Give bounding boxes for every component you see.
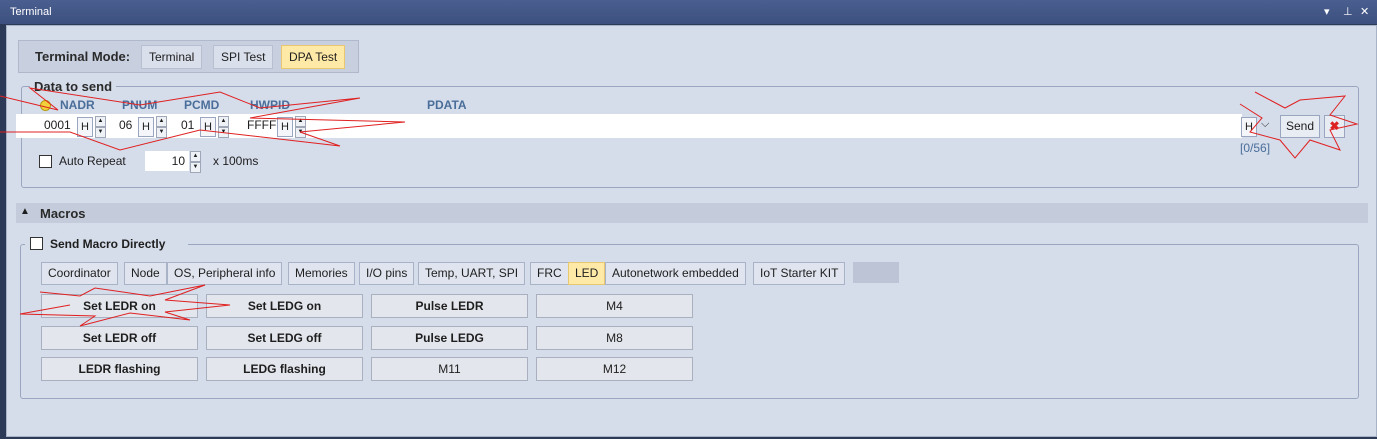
pcmd-format-button[interactable]: H [200,117,216,137]
macro-ledr-flashing-button[interactable]: LEDR flashing [41,357,198,381]
nadr-input[interactable]: 0001 [44,118,71,132]
data-to-send-legend: Data to send [30,79,117,94]
macros-label: Macros [40,206,86,221]
tab-strip-filler [853,262,899,283]
pdata-format-chevron-down-icon[interactable]: ⌵ [1261,118,1269,131]
macro-ledg-flashing-button[interactable]: LEDG flashing [206,357,363,381]
pcmd-input[interactable]: 01 [181,118,194,132]
up-arrow-icon[interactable]: ▲ [95,116,106,127]
up-arrow-icon[interactable]: ▲ [156,116,167,127]
hwpid-input[interactable]: FFFF [247,118,276,132]
up-arrow-icon[interactable]: ▲ [295,116,306,127]
window-title: Terminal [10,6,52,18]
send-button[interactable]: Send [1280,115,1320,138]
pcmd-header: PCMD [184,98,220,112]
terminal-mode-bar: Terminal Mode: Terminal SPI Test DPA Tes… [18,40,359,73]
collapse-arrow-icon[interactable]: ▲ [20,206,30,217]
tab-autonetwork-embedded[interactable]: Autonetwork embedded [605,262,746,285]
terminal-mode-label: Terminal Mode: [35,49,131,64]
mode-spi-test-button[interactable]: SPI Test [213,45,274,69]
tab-iot-starter-kit[interactable]: IoT Starter KIT [753,262,846,285]
menu-dropdown-icon[interactable]: ▾ [1324,5,1330,18]
pin-icon[interactable]: ⊥ [1343,5,1353,18]
auto-repeat-checkbox[interactable] [39,155,52,168]
macro-m4-button[interactable]: M4 [536,294,693,318]
pdata-format-button[interactable]: H [1241,117,1257,137]
hwpid-header: HWPID [250,98,290,112]
tab-io-pins[interactable]: I/O pins [359,262,415,285]
terminal-panel: Terminal Mode: Terminal SPI Test DPA Tes… [6,25,1377,437]
clear-icon[interactable]: ✖ [1324,115,1345,138]
tab-os-peripheral-info[interactable]: OS, Peripheral info [167,262,283,285]
macro-set-ledr-off-button[interactable]: Set LEDR off [41,326,198,350]
macro-set-ledg-on-button[interactable]: Set LEDG on [206,294,363,318]
down-arrow-icon[interactable]: ▼ [156,127,167,138]
down-arrow-icon[interactable]: ▼ [218,127,229,138]
macro-m11-button[interactable]: M11 [371,357,528,381]
tab-frc[interactable]: FRC [530,262,569,285]
auto-repeat-label: Auto Repeat [59,154,126,168]
nadr-stepper[interactable]: ▲ ▼ [95,116,106,138]
mode-terminal-button[interactable]: Terminal [141,45,203,69]
pnum-format-button[interactable]: H [138,117,154,137]
nadr-header: NADR [60,98,95,112]
hwpid-format-button[interactable]: H [277,117,293,137]
macros-section-header[interactable]: ▲ Macros [16,203,1368,223]
pnum-stepper[interactable]: ▲ ▼ [156,116,167,138]
close-icon[interactable]: ✕ [1360,5,1369,18]
tab-node[interactable]: Node [124,262,167,285]
macro-m8-button[interactable]: M8 [536,326,693,350]
hwpid-stepper[interactable]: ▲ ▼ [295,116,306,138]
macro-m12-button[interactable]: M12 [536,357,693,381]
up-arrow-icon[interactable]: ▲ [190,151,201,162]
repeat-interval-stepper[interactable]: ▲ ▼ [190,151,201,173]
pcmd-stepper[interactable]: ▲ ▼ [218,116,229,138]
status-indicator-icon [40,100,51,111]
send-macro-directly-checkbox[interactable] [30,237,43,250]
tab-temp-uart-spi[interactable]: Temp, UART, SPI [418,262,526,285]
tab-led[interactable]: LED [568,262,606,285]
down-arrow-icon[interactable]: ▼ [95,127,106,138]
macro-pulse-ledr-button[interactable]: Pulse LEDR [371,294,528,318]
macro-set-ledr-on-button[interactable]: Set LEDR on [41,294,198,318]
window-titlebar: Terminal ▾ ⊥ ✕ [0,0,1377,24]
pnum-input[interactable]: 06 [119,118,132,132]
byte-counter: [0/56] [1240,141,1271,155]
send-macro-directly-label: Send Macro Directly [50,237,166,251]
tab-coordinator[interactable]: Coordinator [41,262,118,285]
mode-dpa-test-button[interactable]: DPA Test [281,45,346,69]
tab-memories[interactable]: Memories [288,262,355,285]
nadr-format-button[interactable]: H [77,117,93,137]
pnum-header: PNUM [122,98,158,112]
macro-set-ledg-off-button[interactable]: Set LEDG off [206,326,363,350]
repeat-interval-input[interactable]: 10 [145,151,189,171]
down-arrow-icon[interactable]: ▼ [295,127,306,138]
macro-pulse-ledg-button[interactable]: Pulse LEDG [371,326,528,350]
pdata-header: PDATA [427,98,467,112]
up-arrow-icon[interactable]: ▲ [218,116,229,127]
repeat-unit-label: x 100ms [213,154,259,168]
down-arrow-icon[interactable]: ▼ [190,162,201,173]
